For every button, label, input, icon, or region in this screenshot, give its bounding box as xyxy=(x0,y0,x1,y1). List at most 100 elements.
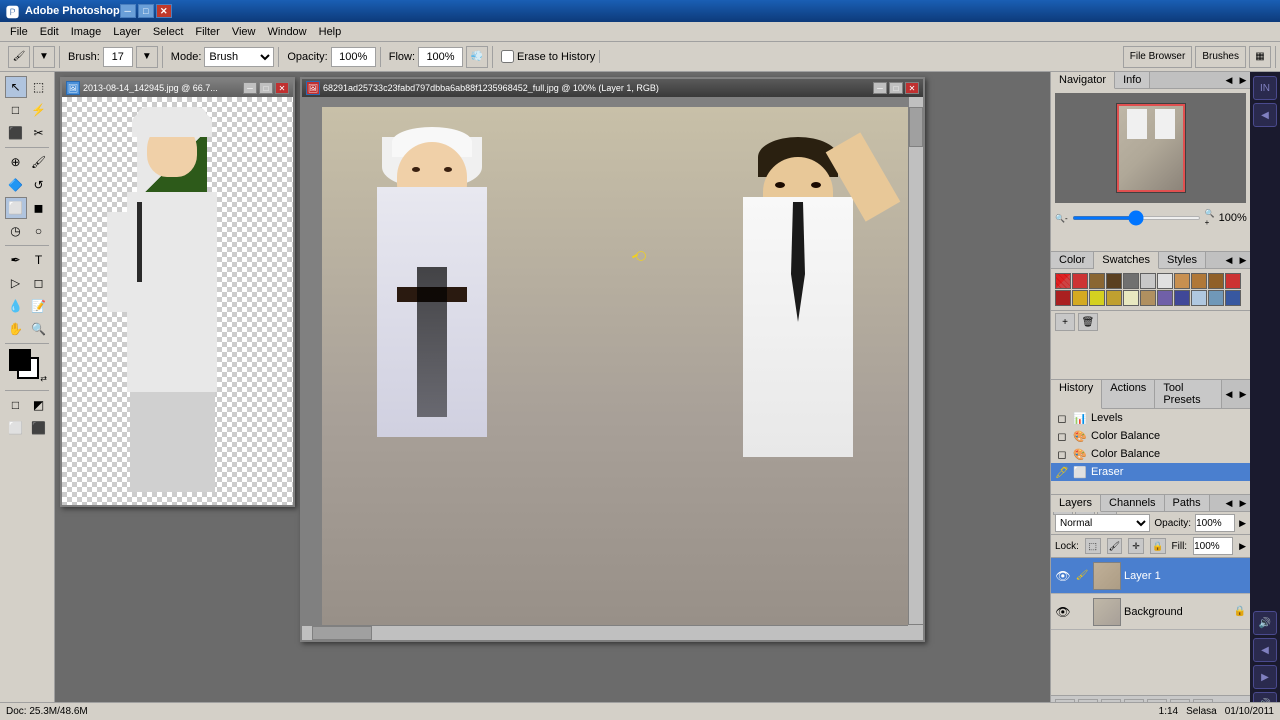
swatch-20[interactable] xyxy=(1191,290,1207,306)
swatch-11[interactable] xyxy=(1225,273,1241,289)
swatch-7[interactable] xyxy=(1157,273,1173,289)
swatch-8[interactable] xyxy=(1174,273,1190,289)
chrome-btn-sound[interactable]: 🔊 xyxy=(1253,611,1277,635)
swatch-1[interactable] xyxy=(1055,273,1071,289)
navigator-minimize[interactable]: ◀ xyxy=(1222,73,1236,87)
menu-window[interactable]: Window xyxy=(262,24,313,40)
menu-layer[interactable]: Layer xyxy=(107,24,147,40)
tab-color[interactable]: Color xyxy=(1051,252,1094,268)
doc2-close[interactable]: ✕ xyxy=(905,82,919,94)
fullscreen-icon[interactable]: ⬛ xyxy=(28,417,50,439)
swatch-14[interactable] xyxy=(1089,290,1105,306)
layer-eye-0[interactable]: 👁 xyxy=(1055,568,1071,584)
history-item-2[interactable]: ◻ 🎨 Color Balance xyxy=(1051,445,1250,463)
layers-minimize[interactable]: ◀ xyxy=(1222,496,1236,510)
history-item-3[interactable]: 🖊 ⬜ Eraser xyxy=(1051,463,1250,481)
swatch-delete[interactable]: 🗑 xyxy=(1078,313,1098,331)
history-item-1[interactable]: ◻ 🎨 Color Balance xyxy=(1051,427,1250,445)
tab-actions[interactable]: Actions xyxy=(1102,380,1155,408)
quick-mask-icon[interactable]: ◩ xyxy=(28,394,50,416)
history-minimize[interactable]: ◀ xyxy=(1222,387,1236,401)
opacity-input[interactable] xyxy=(331,47,376,67)
standard-view-icon[interactable]: ⬜ xyxy=(5,417,27,439)
notes-tool[interactable]: 📝 xyxy=(28,295,50,317)
chrome-btn-right[interactable]: ▶ xyxy=(1253,665,1277,689)
move-tool[interactable]: ↖ xyxy=(5,76,27,98)
tab-layers[interactable]: Layers xyxy=(1051,495,1101,512)
swatch-18[interactable] xyxy=(1157,290,1173,306)
layer-item-1[interactable]: 👁 Background 🔒 xyxy=(1051,594,1250,630)
swatch-16[interactable] xyxy=(1123,290,1139,306)
erase-to-history-label[interactable]: Erase to History xyxy=(501,50,595,63)
hand-tool[interactable]: ✋ xyxy=(5,318,27,340)
swatch-2[interactable] xyxy=(1072,273,1088,289)
chrome-btn-2[interactable]: ◀ xyxy=(1253,103,1277,127)
layer-item-0[interactable]: 👁 🖌 Layer 1 xyxy=(1051,558,1250,594)
brush-tool[interactable]: 🖌 xyxy=(28,151,50,173)
navigator-close[interactable]: ▶ xyxy=(1236,73,1250,87)
erase-to-history-checkbox[interactable] xyxy=(501,50,514,63)
layers-close[interactable]: ▶ xyxy=(1236,496,1250,510)
swatch-21[interactable] xyxy=(1208,290,1224,306)
magic-wand-tool[interactable]: ⚡ xyxy=(28,99,50,121)
swatch-9[interactable] xyxy=(1191,273,1207,289)
opacity-value[interactable] xyxy=(1195,514,1235,532)
scroll-thumb-h[interactable] xyxy=(312,626,372,640)
shape-tool[interactable]: ◻ xyxy=(28,272,50,294)
tab-navigator[interactable]: Navigator xyxy=(1051,72,1115,89)
swatch-10[interactable] xyxy=(1208,273,1224,289)
menu-image[interactable]: Image xyxy=(65,24,108,40)
doc1-close[interactable]: ✕ xyxy=(275,82,289,94)
chrome-btn-1[interactable]: IN xyxy=(1253,76,1277,100)
doc2-scrollbar-v[interactable] xyxy=(908,97,923,624)
close-button[interactable]: ✕ xyxy=(156,4,172,18)
doc1-maximize[interactable]: □ xyxy=(259,82,273,94)
crop-tool[interactable]: ⬛ xyxy=(5,122,27,144)
menu-view[interactable]: View xyxy=(226,24,262,40)
menu-help[interactable]: Help xyxy=(313,24,348,40)
fill-arrow[interactable]: ▶ xyxy=(1239,541,1246,552)
scroll-thumb-v[interactable] xyxy=(909,107,923,147)
airbrush-icon[interactable]: 💨 xyxy=(466,46,488,68)
swatch-15[interactable] xyxy=(1106,290,1122,306)
swatch-3[interactable] xyxy=(1089,273,1105,289)
doc2-minimize[interactable]: ─ xyxy=(873,82,887,94)
tablet-icon[interactable]: ▦ xyxy=(1249,46,1271,68)
swatch-17[interactable] xyxy=(1140,290,1156,306)
tab-info[interactable]: Info xyxy=(1115,72,1150,88)
file-browser-button[interactable]: File Browser xyxy=(1123,46,1193,68)
lasso-tool[interactable]: ⬚ xyxy=(28,76,50,98)
swatch-19[interactable] xyxy=(1174,290,1190,306)
tab-paths[interactable]: Paths xyxy=(1165,495,1210,511)
flow-input[interactable] xyxy=(418,47,463,67)
color-picker[interactable]: ⇄ xyxy=(7,347,47,383)
maximize-button[interactable]: □ xyxy=(138,4,154,18)
chrome-btn-down[interactable]: ◀ xyxy=(1253,638,1277,662)
text-tool[interactable]: T xyxy=(28,249,50,271)
lock-all-icon[interactable]: 🔒 xyxy=(1150,538,1166,554)
marquee-tool[interactable]: □ xyxy=(5,99,27,121)
eraser-tool[interactable]: ⬜ xyxy=(5,197,27,219)
tab-swatches[interactable]: Swatches xyxy=(1094,252,1159,269)
blur-tool[interactable]: ◷ xyxy=(5,220,27,242)
swatch-12[interactable] xyxy=(1055,290,1071,306)
slice-tool[interactable]: ✂ xyxy=(28,122,50,144)
stamp-tool[interactable]: 🔷 xyxy=(5,174,27,196)
opacity-arrow[interactable]: ▶ xyxy=(1239,518,1246,529)
swatch-4[interactable] xyxy=(1106,273,1122,289)
tab-tool-presets[interactable]: Tool Presets xyxy=(1155,380,1222,408)
brush-dropdown[interactable]: ▼ xyxy=(136,46,158,68)
brushes-button[interactable]: Brushes xyxy=(1195,46,1246,68)
zoom-tool[interactable]: 🔍 xyxy=(28,318,50,340)
healing-brush-tool[interactable]: ⊕ xyxy=(5,151,27,173)
swatches-minimize[interactable]: ◀ xyxy=(1222,253,1236,267)
path-selection-tool[interactable]: ▷ xyxy=(5,272,27,294)
tool-preset-arrow[interactable]: ▼ xyxy=(33,46,55,68)
zoom-slider[interactable] xyxy=(1072,216,1201,220)
tab-channels[interactable]: Channels xyxy=(1101,495,1164,511)
swatch-6[interactable] xyxy=(1140,273,1156,289)
swap-colors-icon[interactable]: ⇄ xyxy=(40,374,47,383)
eyedropper-tool[interactable]: 💧 xyxy=(5,295,27,317)
lock-position-icon[interactable]: ✛ xyxy=(1128,538,1144,554)
doc1-minimize[interactable]: ─ xyxy=(243,82,257,94)
